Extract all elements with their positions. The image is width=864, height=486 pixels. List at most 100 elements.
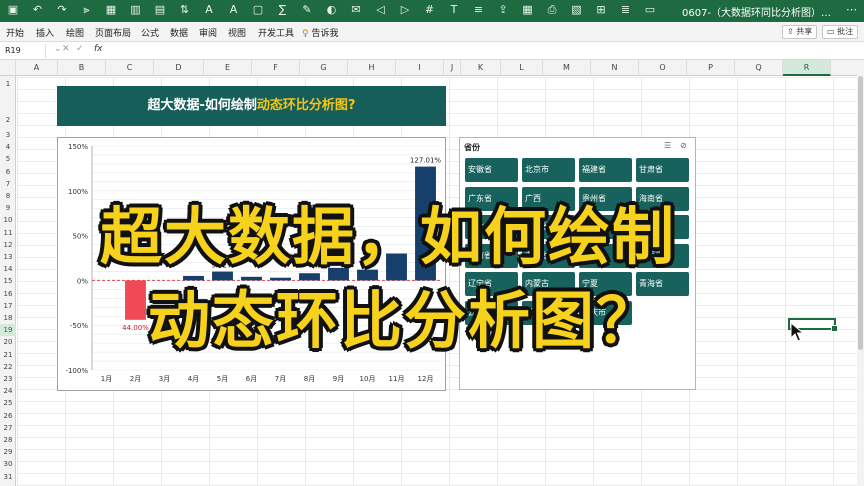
row-header-14[interactable]: 14	[0, 263, 16, 275]
row-header-12[interactable]: 12	[0, 239, 16, 251]
column-header-o[interactable]: O	[639, 60, 687, 76]
slicer-item[interactable]: 甘肃省	[636, 158, 689, 182]
number-icon[interactable]: #	[423, 3, 437, 17]
row-header-23[interactable]: 23	[0, 373, 16, 385]
comments-button[interactable]: ▭ 批注	[822, 25, 859, 39]
select-all-corner[interactable]	[0, 60, 16, 76]
pivot-icon[interactable]: ⊞	[594, 3, 608, 17]
tab-insert[interactable]: 插入	[36, 26, 54, 39]
row-header-5[interactable]: 5	[0, 153, 16, 165]
row-header-4[interactable]: 4	[0, 141, 16, 153]
row-header-7[interactable]: 7	[0, 178, 16, 190]
sum-icon[interactable]: ∑	[276, 3, 290, 17]
tab-home[interactable]: 开始	[6, 26, 24, 39]
column-header-n[interactable]: N	[591, 60, 639, 76]
slicer-item[interactable]: 北京市	[522, 158, 575, 182]
row-header-3[interactable]: 3	[0, 129, 16, 141]
column-header-j[interactable]: J	[444, 60, 461, 76]
tab-formulas[interactable]: 公式	[141, 26, 159, 39]
row-header-24[interactable]: 24	[0, 385, 16, 397]
fx-icon[interactable]: fx	[94, 44, 103, 54]
column-header-c[interactable]: C	[106, 60, 154, 76]
table-icon[interactable]: ▦	[104, 3, 118, 17]
row-header-22[interactable]: 22	[0, 361, 16, 373]
paint-icon[interactable]: ◐	[325, 3, 339, 17]
image-icon[interactable]: ▧	[570, 3, 584, 17]
column-header-h[interactable]: H	[348, 60, 396, 76]
row-header-29[interactable]: 29	[0, 446, 16, 458]
format-painter-icon[interactable]: ✎	[300, 3, 314, 17]
row-header-1[interactable]: 1	[0, 78, 16, 90]
row-header-9[interactable]: 9	[0, 202, 16, 214]
text-icon[interactable]: T	[447, 3, 461, 17]
row-header-18[interactable]: 18	[0, 312, 16, 324]
font-grow-icon[interactable]: A	[202, 3, 216, 17]
column-header-f[interactable]: F	[252, 60, 300, 76]
comment-icon[interactable]: ✉	[349, 3, 363, 17]
tab-view[interactable]: 视图	[228, 26, 246, 39]
row-header-28[interactable]: 28	[0, 434, 16, 446]
more-icon[interactable]: ⋯	[846, 3, 857, 16]
slicer-item[interactable]: 福建省	[579, 158, 632, 182]
tab-page-layout[interactable]: 页面布局	[95, 26, 131, 39]
row-header-8[interactable]: 8	[0, 190, 16, 202]
column-header-d[interactable]: D	[154, 60, 204, 76]
tell-me-search[interactable]: ♀ 告诉我	[302, 26, 338, 39]
window-icon[interactable]: ▭	[643, 3, 657, 17]
column-header-k[interactable]: K	[461, 60, 501, 76]
multi-select-icon[interactable]: ☰	[664, 141, 671, 150]
grid-icon[interactable]: ▦	[521, 3, 535, 17]
row-header-31[interactable]: 31	[0, 471, 16, 483]
border-icon[interactable]: ▢	[251, 3, 265, 17]
confirm-icon[interactable]: ✓	[76, 44, 84, 54]
row-header-21[interactable]: 21	[0, 349, 16, 361]
decrease-icon[interactable]: ◁	[374, 3, 388, 17]
row-header-25[interactable]: 25	[0, 397, 16, 409]
vertical-scrollbar-thumb[interactable]	[858, 76, 863, 350]
sort-icon[interactable]: ⇅	[178, 3, 192, 17]
column-header-a[interactable]: A	[16, 60, 58, 76]
row-header-15[interactable]: 15	[0, 275, 16, 287]
row-header-19[interactable]: 19	[0, 324, 16, 337]
column-header-i[interactable]: I	[396, 60, 444, 76]
column-header-b[interactable]: B	[58, 60, 106, 76]
row-header-6[interactable]: 6	[0, 166, 16, 178]
fill-icon[interactable]: ▤	[153, 3, 167, 17]
row-header-11[interactable]: 11	[0, 227, 16, 239]
column-header-e[interactable]: E	[204, 60, 252, 76]
cancel-icon[interactable]: ✕	[62, 44, 70, 54]
column-header-m[interactable]: M	[543, 60, 591, 76]
row-header-27[interactable]: 27	[0, 422, 16, 434]
clear-filter-icon[interactable]: ⊘	[680, 141, 687, 150]
share-button[interactable]: ⇪ 共享	[782, 25, 818, 39]
column-header-p[interactable]: P	[687, 60, 735, 76]
redo-icon[interactable]: ↷	[55, 3, 69, 17]
row-header-2[interactable]: 2	[0, 114, 16, 126]
tab-draw[interactable]: 绘图	[66, 26, 84, 39]
row-header-26[interactable]: 26	[0, 410, 16, 422]
list-icon[interactable]: ≡	[472, 3, 486, 17]
row-header-30[interactable]: 30	[0, 458, 16, 470]
chart-icon[interactable]: ▥	[129, 3, 143, 17]
filter-icon[interactable]: ⫸	[80, 3, 94, 17]
print-icon[interactable]: ⎙	[545, 3, 559, 17]
share-icon[interactable]: ⇪	[496, 3, 510, 17]
tab-developer[interactable]: 开发工具	[258, 26, 294, 39]
row-header-17[interactable]: 17	[0, 300, 16, 312]
row-header-10[interactable]: 10	[0, 214, 16, 226]
row-header-13[interactable]: 13	[0, 251, 16, 263]
calc-icon[interactable]: ≣	[619, 3, 633, 17]
slicer-item[interactable]: 安徽省	[465, 158, 518, 182]
save-icon[interactable]: ▣	[6, 3, 20, 17]
undo-icon[interactable]: ↶	[31, 3, 45, 17]
tab-review[interactable]: 审阅	[199, 26, 217, 39]
column-header-g[interactable]: G	[300, 60, 348, 76]
font-shrink-icon[interactable]: A	[227, 3, 241, 17]
column-header-q[interactable]: Q	[735, 60, 783, 76]
increase-icon[interactable]: ▷	[398, 3, 412, 17]
name-box[interactable]: R19	[2, 44, 46, 58]
chevron-down-icon[interactable]: ⌄	[54, 44, 62, 54]
column-header-r[interactable]: R	[783, 60, 831, 76]
column-header-l[interactable]: L	[501, 60, 543, 76]
tab-data[interactable]: 数据	[170, 26, 188, 39]
